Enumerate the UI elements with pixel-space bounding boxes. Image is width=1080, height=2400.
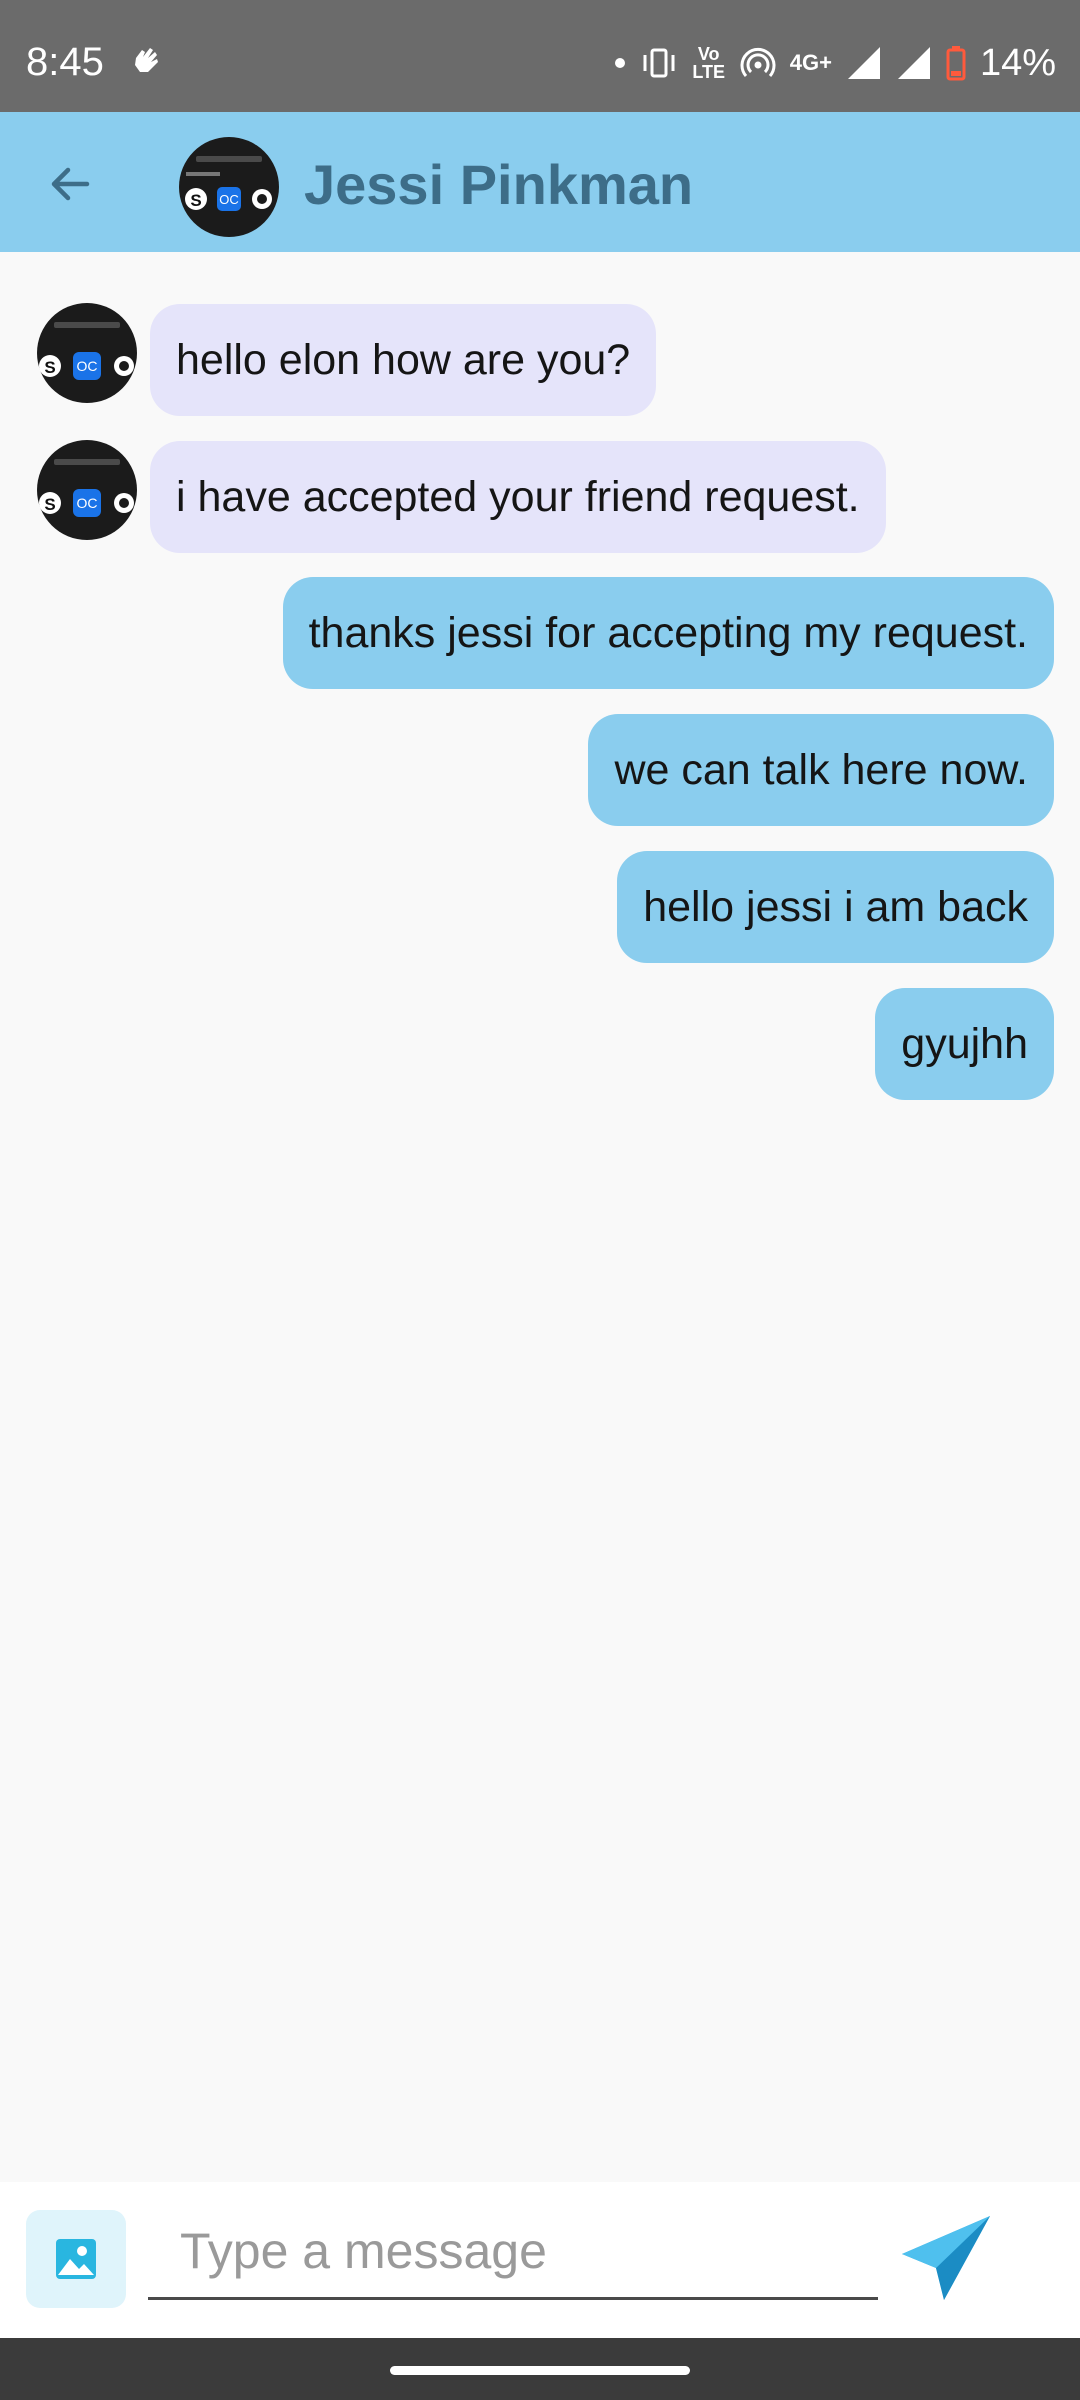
gesture-hand-icon <box>128 40 168 80</box>
svg-text:OC: OC <box>77 358 98 374</box>
svg-text:OC: OC <box>77 495 98 511</box>
message-bubble-outgoing[interactable]: we can talk here now. <box>588 714 1054 826</box>
dot-icon <box>614 57 626 69</box>
image-icon <box>56 2239 96 2279</box>
attach-image-button[interactable] <box>26 2210 126 2308</box>
svg-text:OC: OC <box>219 192 239 207</box>
svg-text:S: S <box>190 191 201 210</box>
send-button[interactable] <box>896 2206 996 2306</box>
battery-low-icon <box>946 45 966 81</box>
message-input[interactable] <box>148 2204 878 2300</box>
back-button[interactable] <box>30 144 110 224</box>
send-icon <box>902 2216 990 2300</box>
battery-percent: 14% <box>979 41 1056 84</box>
message-bubble-outgoing[interactable]: thanks jessi for accepting my request. <box>282 577 1054 689</box>
signal-icon <box>896 45 932 81</box>
status-time: 8:45 <box>26 40 104 84</box>
chat-header: S OC Jessi Pinkman <box>0 112 1080 252</box>
volte-icon: Vo LTE <box>692 44 726 82</box>
status-icons: Vo LTE 4G+ 14% <box>614 38 1056 88</box>
sender-avatar[interactable]: S OC <box>36 439 138 541</box>
network-type: 4G+ <box>789 50 832 75</box>
status-bar: 8:45 Vo LTE 4G+ 14% <box>0 0 1080 112</box>
message-bubble-incoming[interactable]: i have accepted your friend request. <box>150 441 886 553</box>
signal-icon <box>846 45 882 81</box>
message-bubble-incoming[interactable]: hello elon how are you? <box>150 304 657 416</box>
hotspot-icon <box>740 46 776 80</box>
sender-avatar[interactable]: S OC <box>36 302 138 404</box>
message-bubble-outgoing[interactable]: gyujhh <box>875 988 1054 1100</box>
message-bubble-outgoing[interactable]: hello jessi i am back <box>617 851 1054 963</box>
svg-text:S: S <box>44 358 55 377</box>
composer <box>0 2182 1080 2338</box>
home-indicator[interactable] <box>390 2366 690 2375</box>
message-list[interactable]: S OC hello elon how are you? S OC i have… <box>0 252 1080 2182</box>
contact-avatar[interactable]: S OC <box>178 136 280 238</box>
arrow-left-icon <box>51 167 90 201</box>
svg-text:S: S <box>44 495 55 514</box>
system-nav-bar <box>0 2338 1080 2400</box>
vibrate-icon <box>640 46 678 80</box>
contact-name[interactable]: Jessi Pinkman <box>304 152 693 217</box>
